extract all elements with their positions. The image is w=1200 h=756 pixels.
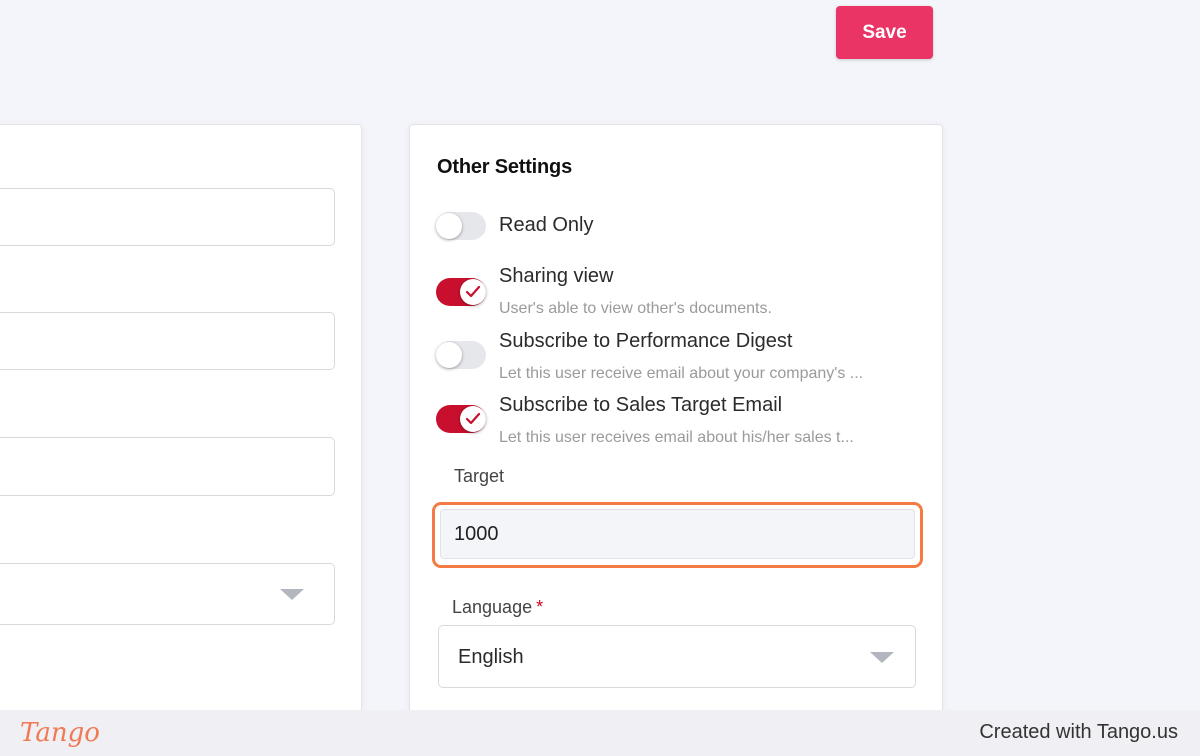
- left-text-field-1[interactable]: [0, 188, 335, 246]
- language-value: English: [458, 646, 524, 668]
- left-text-field-3[interactable]: [0, 437, 335, 496]
- performance-digest-description: Let this user receive email about your c…: [499, 365, 864, 382]
- language-label: Language *: [452, 597, 543, 618]
- sharing-view-toggle[interactable]: [436, 278, 486, 306]
- chevron-down-icon: [280, 589, 304, 600]
- sales-target-email-label: Subscribe to Sales Target Email: [499, 394, 783, 416]
- chevron-down-icon: [870, 652, 894, 663]
- sharing-view-description: User's able to view other's documents.: [499, 300, 772, 317]
- performance-digest-label: Subscribe to Performance Digest: [499, 330, 793, 352]
- required-mark: *: [536, 597, 544, 617]
- section-title: Other Settings: [437, 156, 572, 178]
- footer: Tango Created with Tango.us: [0, 710, 1200, 756]
- check-icon: [465, 285, 481, 298]
- check-icon: [465, 412, 481, 425]
- sales-target-email-description: Let this user receives email about his/h…: [499, 429, 854, 446]
- save-button[interactable]: Save: [836, 6, 933, 59]
- sales-target-email-toggle[interactable]: [436, 405, 486, 433]
- created-with-text: Created with Tango.us: [979, 721, 1178, 743]
- toggle-knob: [460, 279, 486, 305]
- target-input[interactable]: [440, 509, 915, 559]
- read-only-toggle[interactable]: [436, 212, 486, 240]
- toggle-knob: [436, 342, 462, 368]
- toggle-knob: [460, 406, 486, 432]
- toggle-knob: [436, 213, 462, 239]
- language-select[interactable]: English: [438, 625, 916, 688]
- sharing-view-label: Sharing view: [499, 265, 614, 287]
- left-select-field[interactable]: [0, 563, 335, 625]
- tango-logo: Tango: [20, 718, 100, 748]
- target-label: Target: [454, 466, 505, 486]
- left-text-field-2[interactable]: [0, 312, 335, 370]
- language-label-text: Language: [452, 597, 533, 617]
- performance-digest-toggle[interactable]: [436, 341, 486, 369]
- read-only-label: Read Only: [499, 214, 594, 236]
